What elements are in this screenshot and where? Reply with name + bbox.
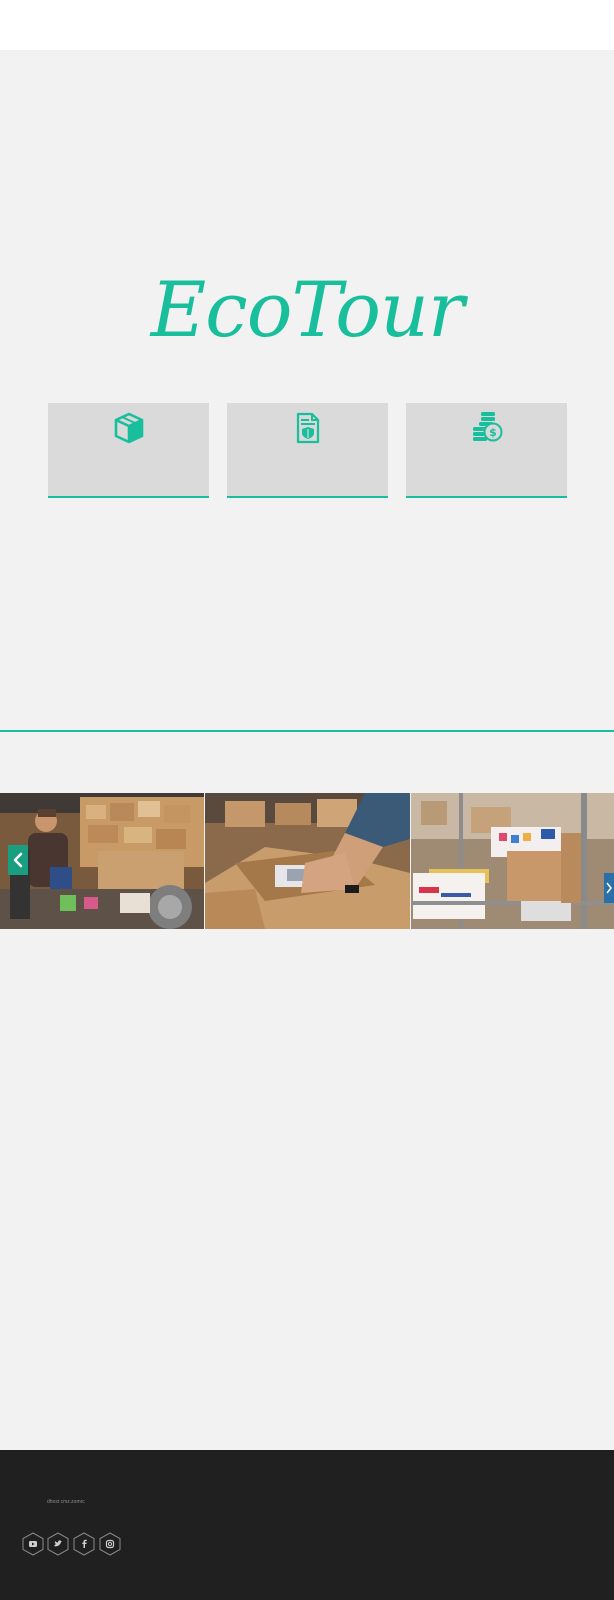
chevron-right-icon[interactable] xyxy=(604,873,614,903)
footer-text: dhost cmz.zomrc xyxy=(47,1499,85,1505)
main-content: EcoTour $ xyxy=(0,50,614,1450)
svg-text:$: $ xyxy=(489,426,497,439)
photo-gallery[interactable] xyxy=(0,793,614,929)
site-footer: dhost cmz.zomrc xyxy=(0,1450,614,1600)
gallery-slide-shelf-boxes[interactable] xyxy=(411,793,614,929)
feature-card-shipping[interactable] xyxy=(48,403,209,498)
feature-card-pricing[interactable]: $ xyxy=(406,403,567,498)
coins-dollar-icon: $ xyxy=(406,411,567,445)
brand-logo[interactable]: EcoTour xyxy=(0,272,614,348)
section-divider xyxy=(0,730,614,732)
gallery-slide-packing-box[interactable] xyxy=(205,793,410,929)
chevron-left-icon[interactable] xyxy=(8,845,28,875)
package-box-icon xyxy=(48,411,209,445)
shield-document-icon xyxy=(227,411,388,445)
feature-card-insurance[interactable] xyxy=(227,403,388,498)
instagram-icon[interactable] xyxy=(99,1532,121,1556)
gallery-slide-warehouse-worker[interactable] xyxy=(0,793,204,929)
facebook-icon[interactable] xyxy=(73,1532,95,1556)
twitter-icon[interactable] xyxy=(47,1532,69,1556)
top-bar xyxy=(0,0,614,50)
youtube-icon[interactable] xyxy=(22,1532,44,1556)
